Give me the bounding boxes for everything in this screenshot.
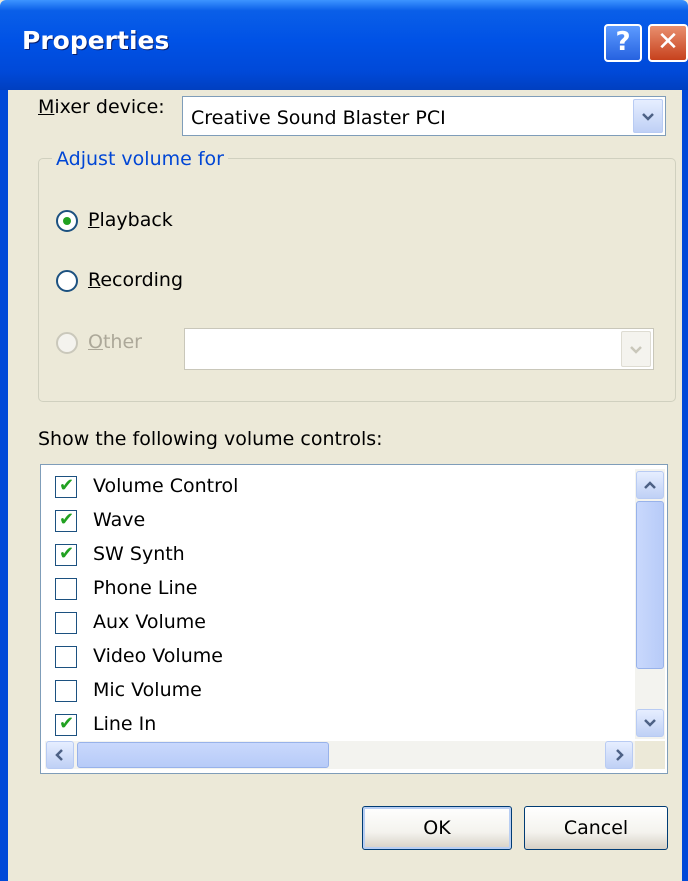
other-radio-label: Other xyxy=(88,331,142,353)
horizontal-scroll-thumb[interactable] xyxy=(77,742,329,768)
list-item-label: Mic Volume xyxy=(93,679,202,701)
scroll-up-button[interactable] xyxy=(636,471,664,499)
other-device-select xyxy=(184,328,654,370)
mixer-device-select[interactable]: Creative Sound Blaster PCI xyxy=(182,96,666,136)
recording-radio[interactable] xyxy=(56,270,78,292)
window-frame-left xyxy=(0,90,8,881)
title-bar: Properties ? ✕ xyxy=(0,0,688,90)
other-radio xyxy=(56,332,78,354)
line-in-checkbox[interactable]: ✔ xyxy=(55,713,77,736)
volume-control-checkbox[interactable]: ✔ xyxy=(55,475,77,498)
playback-radio[interactable] xyxy=(56,210,78,232)
scroll-down-button[interactable] xyxy=(636,709,664,737)
mixer-device-label: Mixer device: xyxy=(38,96,165,118)
list-item-label: Line In xyxy=(93,713,157,735)
list-item-label: Video Volume xyxy=(93,645,223,667)
phone-line-checkbox[interactable] xyxy=(55,578,77,600)
close-button[interactable]: ✕ xyxy=(648,24,688,62)
close-icon: ✕ xyxy=(657,27,679,57)
wave-checkbox[interactable]: ✔ xyxy=(55,509,77,532)
scroll-right-button[interactable] xyxy=(605,741,633,769)
check-icon: ✔ xyxy=(59,475,75,496)
playback-radio-label[interactable]: Playback xyxy=(88,209,173,231)
mixer-device-value: Creative Sound Blaster PCI xyxy=(191,107,446,129)
list-item-label: SW Synth xyxy=(93,543,185,565)
check-icon: ✔ xyxy=(59,713,75,734)
window-frame-right xyxy=(682,90,688,881)
check-icon: ✔ xyxy=(59,543,75,564)
list-item-label: Aux Volume xyxy=(93,611,206,633)
video-volume-checkbox[interactable] xyxy=(55,646,77,668)
list-item-label: Volume Control xyxy=(93,475,239,497)
sw-synth-checkbox[interactable]: ✔ xyxy=(55,543,77,566)
cancel-button[interactable]: Cancel xyxy=(524,806,668,850)
vertical-scrollbar[interactable] xyxy=(635,469,665,739)
chevron-down-icon xyxy=(621,331,651,367)
mic-volume-checkbox[interactable] xyxy=(55,680,77,702)
chevron-down-icon[interactable] xyxy=(633,99,663,133)
adjust-volume-group-title: Adjust volume for xyxy=(52,148,228,170)
check-icon: ✔ xyxy=(59,509,75,530)
scroll-left-button[interactable] xyxy=(46,741,74,769)
scrollbar-corner xyxy=(635,741,665,769)
horizontal-scrollbar[interactable] xyxy=(45,741,635,769)
list-item-label: Wave xyxy=(93,509,146,531)
help-icon: ? xyxy=(615,27,631,57)
aux-volume-checkbox[interactable] xyxy=(55,612,77,634)
vertical-scroll-thumb[interactable] xyxy=(636,501,664,669)
volume-controls-list[interactable]: ✔ Volume Control ✔ Wave ✔ SW Synth Phone… xyxy=(40,464,668,774)
help-button[interactable]: ? xyxy=(604,24,642,62)
ok-button[interactable]: OK xyxy=(362,806,512,850)
recording-radio-label[interactable]: Recording xyxy=(88,269,183,291)
controls-heading: Show the following volume controls: xyxy=(38,428,383,450)
window-title: Properties xyxy=(22,26,170,55)
list-item-label: Phone Line xyxy=(93,577,198,599)
